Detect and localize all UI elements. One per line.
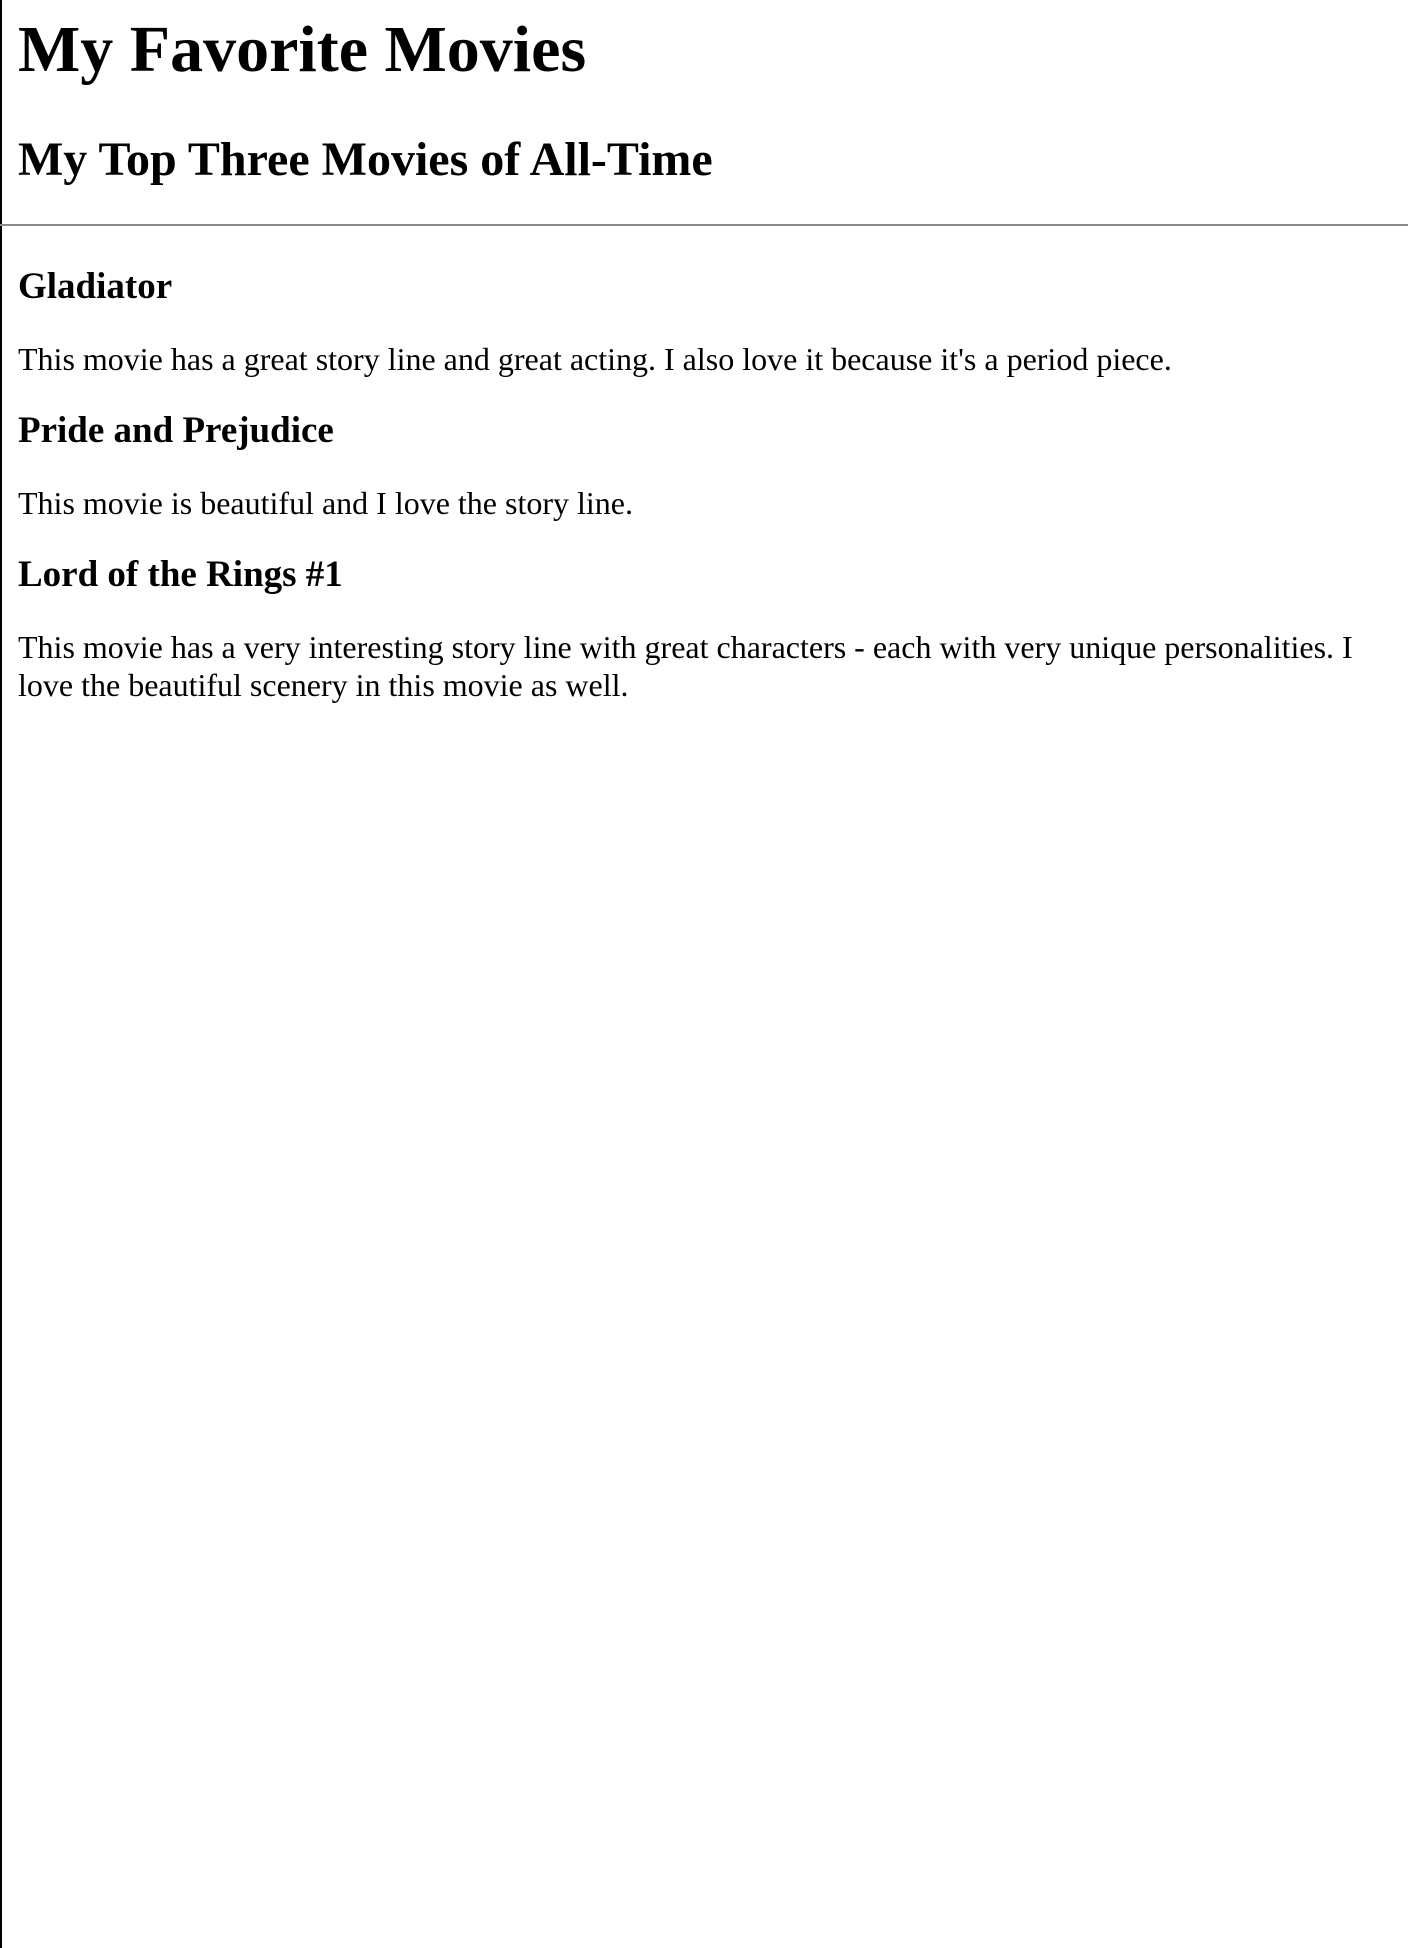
movie-description: This movie has a very interesting story … xyxy=(18,629,1353,703)
movie-description: This movie has a great story line and gr… xyxy=(18,341,1172,377)
movie-title: Lord of the Rings #1 xyxy=(18,554,343,595)
page-subtitle: My Top Three Movies of All-Time xyxy=(18,133,713,186)
page-title: My Favorite Movies xyxy=(18,13,587,86)
movie-title: Pride and Prejudice xyxy=(18,410,334,451)
page-content: My Favorite Movies My Top Three Movies o… xyxy=(0,0,1408,703)
movie-title: Gladiator xyxy=(18,266,173,307)
movie-list: Gladiator This movie has a great story l… xyxy=(18,264,1390,704)
movie-description: This movie is beautiful and I love the s… xyxy=(18,485,633,521)
horizontal-divider xyxy=(0,224,1408,226)
movie-item-pride-and-prejudice: Pride and Prejudice This movie is beauti… xyxy=(18,408,1390,522)
movie-item-gladiator: Gladiator This movie has a great story l… xyxy=(18,264,1390,378)
movie-item-lord-of-the-rings: Lord of the Rings #1 This movie has a ve… xyxy=(18,552,1390,704)
window-left-border xyxy=(0,0,2,1948)
